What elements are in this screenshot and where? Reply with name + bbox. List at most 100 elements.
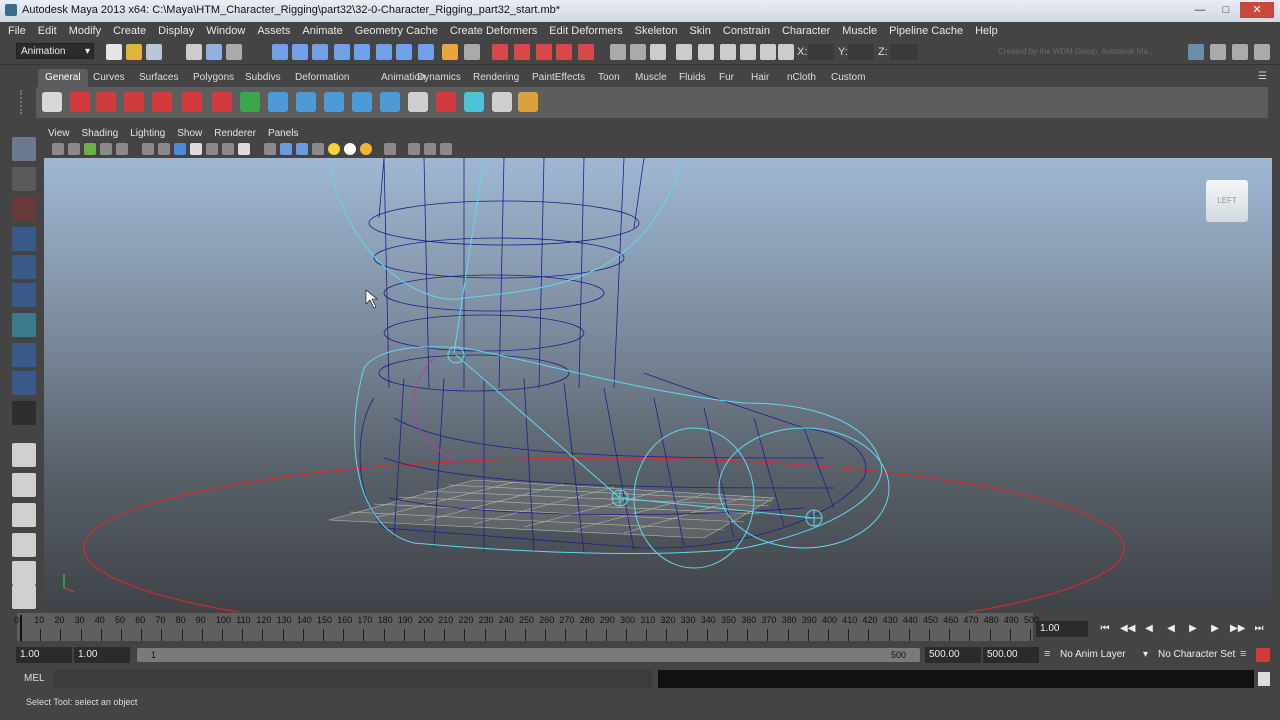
menu-help[interactable]: Help (969, 22, 1004, 37)
xray-joints-icon[interactable] (424, 143, 436, 155)
show-manipulator-icon[interactable] (12, 371, 36, 395)
lock-selection-icon[interactable] (442, 44, 458, 60)
step-forward-key-button[interactable]: ▶ (1208, 622, 1222, 636)
shelf-tab-polygons[interactable]: Polygons (186, 69, 241, 87)
shelf-tab-dynamics[interactable]: Dynamics (410, 69, 468, 87)
channel-list-icon[interactable] (408, 92, 428, 112)
blend-shape-icon[interactable] (464, 92, 484, 112)
playback-start-field[interactable]: 1.00 (74, 647, 130, 663)
paint-tool-icon[interactable] (518, 92, 538, 112)
help-icon[interactable] (70, 92, 90, 112)
menu-skin[interactable]: Skin (683, 22, 716, 37)
universal-manipulator-icon[interactable] (12, 313, 36, 337)
scale-tool-icon[interactable] (12, 283, 36, 307)
select-component-icon[interactable] (226, 44, 242, 60)
lasso-tool-icon[interactable] (12, 167, 36, 191)
mask-handles-icon[interactable] (272, 44, 288, 60)
panel-menu-lighting[interactable]: Lighting (124, 126, 171, 141)
menu-create-deformers[interactable]: Create Deformers (444, 22, 543, 37)
current-frame-field[interactable]: 1.00 (1036, 621, 1088, 637)
menu-assets[interactable]: Assets (251, 22, 296, 37)
select-hierarchy-icon[interactable] (186, 44, 202, 60)
rotate-tool-icon[interactable] (12, 255, 36, 279)
mask-deformations-icon[interactable] (354, 44, 370, 60)
channel-layout-icon[interactable] (12, 585, 36, 609)
shelf-tab-rendering[interactable]: Rendering (466, 69, 526, 87)
resolution-gate-icon[interactable] (174, 143, 186, 155)
start-time-field[interactable]: 1.00 (16, 647, 72, 663)
character-set-dropdown[interactable]: No Character Set (1154, 647, 1238, 663)
field-chart-icon[interactable] (206, 143, 218, 155)
play-backwards-button[interactable]: ◀ (1164, 622, 1178, 636)
step-back-frame-button[interactable]: ◀◀ (1120, 622, 1135, 636)
mask-curves-icon[interactable] (312, 44, 328, 60)
open-scene-icon[interactable] (126, 44, 142, 60)
character-set-menu-icon[interactable]: ≡ (1240, 648, 1246, 660)
current-time-marker[interactable] (20, 615, 22, 641)
hypershade-layout-icon[interactable] (12, 561, 36, 585)
aim-constraint-icon[interactable] (352, 92, 372, 112)
component-editor-icon[interactable] (492, 92, 512, 112)
shelf-tab-ncloth[interactable]: nCloth (780, 69, 823, 87)
highlight-selection-icon[interactable] (464, 44, 480, 60)
panel-menu-panels[interactable]: Panels (262, 126, 305, 141)
ipr-render-icon[interactable] (720, 44, 736, 60)
render-settings-icon[interactable] (740, 44, 756, 60)
joint-tool-icon[interactable] (96, 92, 116, 112)
go-to-end-button[interactable]: ⏭ (1252, 622, 1266, 636)
menu-create[interactable]: Create (107, 22, 152, 37)
persp-outliner-layout-icon[interactable] (12, 503, 36, 527)
menu-set-dropdown[interactable]: Animation ▾ (16, 43, 94, 59)
panel-menu-view[interactable]: View (44, 126, 76, 141)
move-tool-icon[interactable] (12, 227, 36, 251)
paint-select-icon[interactable] (12, 197, 36, 221)
select-object-icon[interactable] (206, 44, 222, 60)
time-ruler[interactable]: 0 10 20 30 40 50 60 70 80 90 100 110 120 130 140 150 160… (14, 613, 1039, 641)
mask-surfaces-icon[interactable] (334, 44, 350, 60)
end-time-field[interactable]: 500.00 (983, 647, 1039, 663)
shelf-tab-curves[interactable]: Curves (86, 69, 132, 87)
shelf-tab-painteffects[interactable]: PaintEffects (525, 69, 592, 87)
render-current-frame-icon[interactable] (698, 44, 714, 60)
shelf-tab-fur[interactable]: Fur (712, 69, 741, 87)
mask-misc-icon[interactable] (418, 44, 434, 60)
ik-handle-icon[interactable] (124, 92, 144, 112)
z-input-field[interactable] (890, 44, 918, 60)
view-cube[interactable]: LEFT (1206, 180, 1248, 222)
minimize-button[interactable]: — (1188, 2, 1212, 18)
camera-select-icon[interactable] (52, 143, 64, 155)
paint-weights-icon[interactable] (212, 92, 232, 112)
gate-mask-icon[interactable] (190, 143, 202, 155)
two-d-pan-icon[interactable] (116, 143, 128, 155)
mask-dynamics-icon[interactable] (376, 44, 392, 60)
four-view-layout-icon[interactable] (12, 473, 36, 497)
textured-icon[interactable] (312, 143, 324, 155)
shelf-tab-hair[interactable]: Hair (744, 69, 776, 87)
channel-box-toggle-icon[interactable] (1188, 44, 1204, 60)
shelf-tab-muscle[interactable]: Muscle (628, 69, 674, 87)
panel-menu-shading[interactable]: Shading (76, 126, 125, 141)
shelf-tab-subdivs[interactable]: Subdivs (238, 69, 288, 87)
isolate-select-icon[interactable] (384, 143, 396, 155)
wireframe-on-shaded-icon[interactable] (296, 143, 308, 155)
single-perspective-layout-icon[interactable] (12, 443, 36, 467)
close-button[interactable]: ✕ (1240, 2, 1274, 18)
perspective-viewport[interactable]: LEFT (44, 158, 1272, 612)
camera-attributes-icon[interactable] (68, 143, 80, 155)
step-forward-frame-button[interactable]: ▶▶ (1230, 622, 1245, 636)
step-back-key-button[interactable]: ◀ (1142, 622, 1156, 636)
menu-animate[interactable]: Animate (296, 22, 348, 37)
set-driven-key-icon[interactable] (436, 92, 456, 112)
smooth-shade-icon[interactable] (280, 143, 292, 155)
auto-key-icon[interactable] (1256, 648, 1270, 662)
y-input-field[interactable] (848, 44, 874, 60)
persp-graph-layout-icon[interactable] (12, 533, 36, 557)
menu-muscle[interactable]: Muscle (836, 22, 883, 37)
panel-menu-renderer[interactable]: Renderer (208, 126, 262, 141)
playback-end-field[interactable]: 500.00 (925, 647, 981, 663)
shelf-tab-deformation[interactable]: Deformation (288, 69, 356, 87)
pole-vector-icon[interactable] (380, 92, 400, 112)
range-bar[interactable]: 1 500 (137, 648, 920, 662)
menu-file[interactable]: File (0, 22, 32, 37)
snap-point-icon[interactable] (536, 44, 552, 60)
